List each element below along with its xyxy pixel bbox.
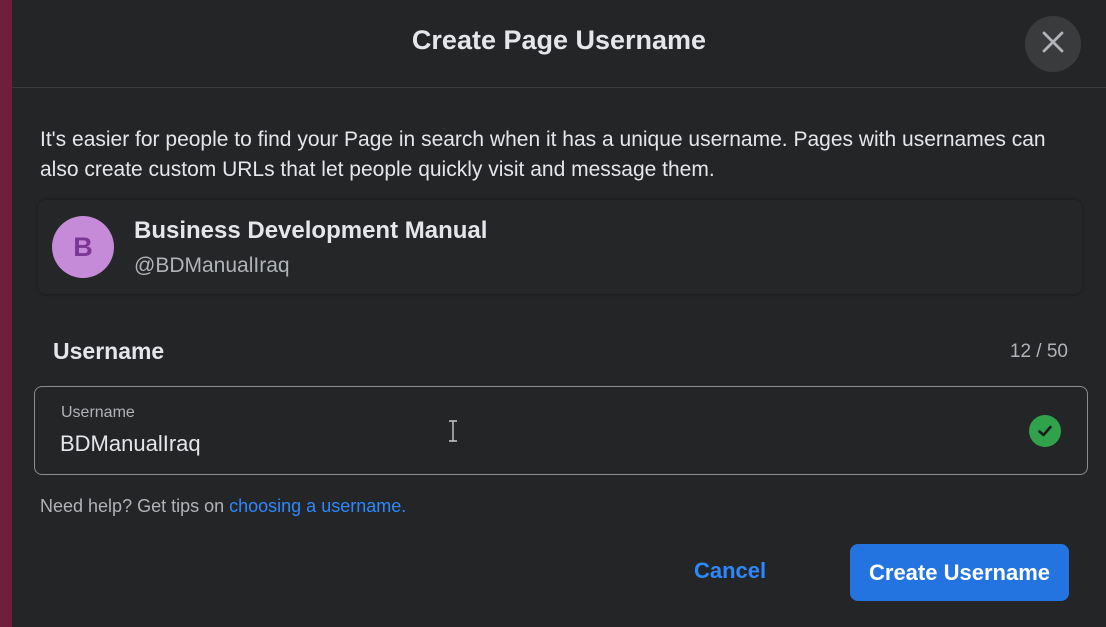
username-input-label: Username <box>61 404 135 421</box>
page-name: Business Development Manual <box>134 217 488 244</box>
create-username-button[interactable]: Create Username <box>850 544 1069 601</box>
username-input[interactable]: Username BDManualIraq <box>34 386 1088 475</box>
choosing-username-link[interactable]: choosing a username. <box>229 496 406 516</box>
page-card: B Business Development Manual @BDManualI… <box>38 200 1082 294</box>
username-input-value[interactable]: BDManualIraq <box>60 431 201 457</box>
character-count: 12 / 50 <box>1009 341 1068 362</box>
help-text: Need help? Get tips on choosing a userna… <box>40 496 406 517</box>
close-button[interactable] <box>1025 16 1081 72</box>
dialog-header: Create Page Username <box>12 0 1106 88</box>
help-prefix: Need help? Get tips on <box>40 496 230 516</box>
avatar: B <box>52 216 114 278</box>
dialog-description: It's easier for people to find your Page… <box>40 128 1046 181</box>
username-section-label: Username <box>53 338 165 364</box>
text-cursor-icon <box>447 419 459 448</box>
page-handle: @BDManualIraq <box>134 254 290 277</box>
cancel-button[interactable]: Cancel <box>694 558 766 584</box>
dialog-title: Create Page Username <box>411 25 707 55</box>
close-icon <box>1039 28 1067 61</box>
create-username-dialog: Create Page Username It's easier for peo… <box>12 0 1106 627</box>
checkmark-circle-icon <box>1029 415 1061 447</box>
